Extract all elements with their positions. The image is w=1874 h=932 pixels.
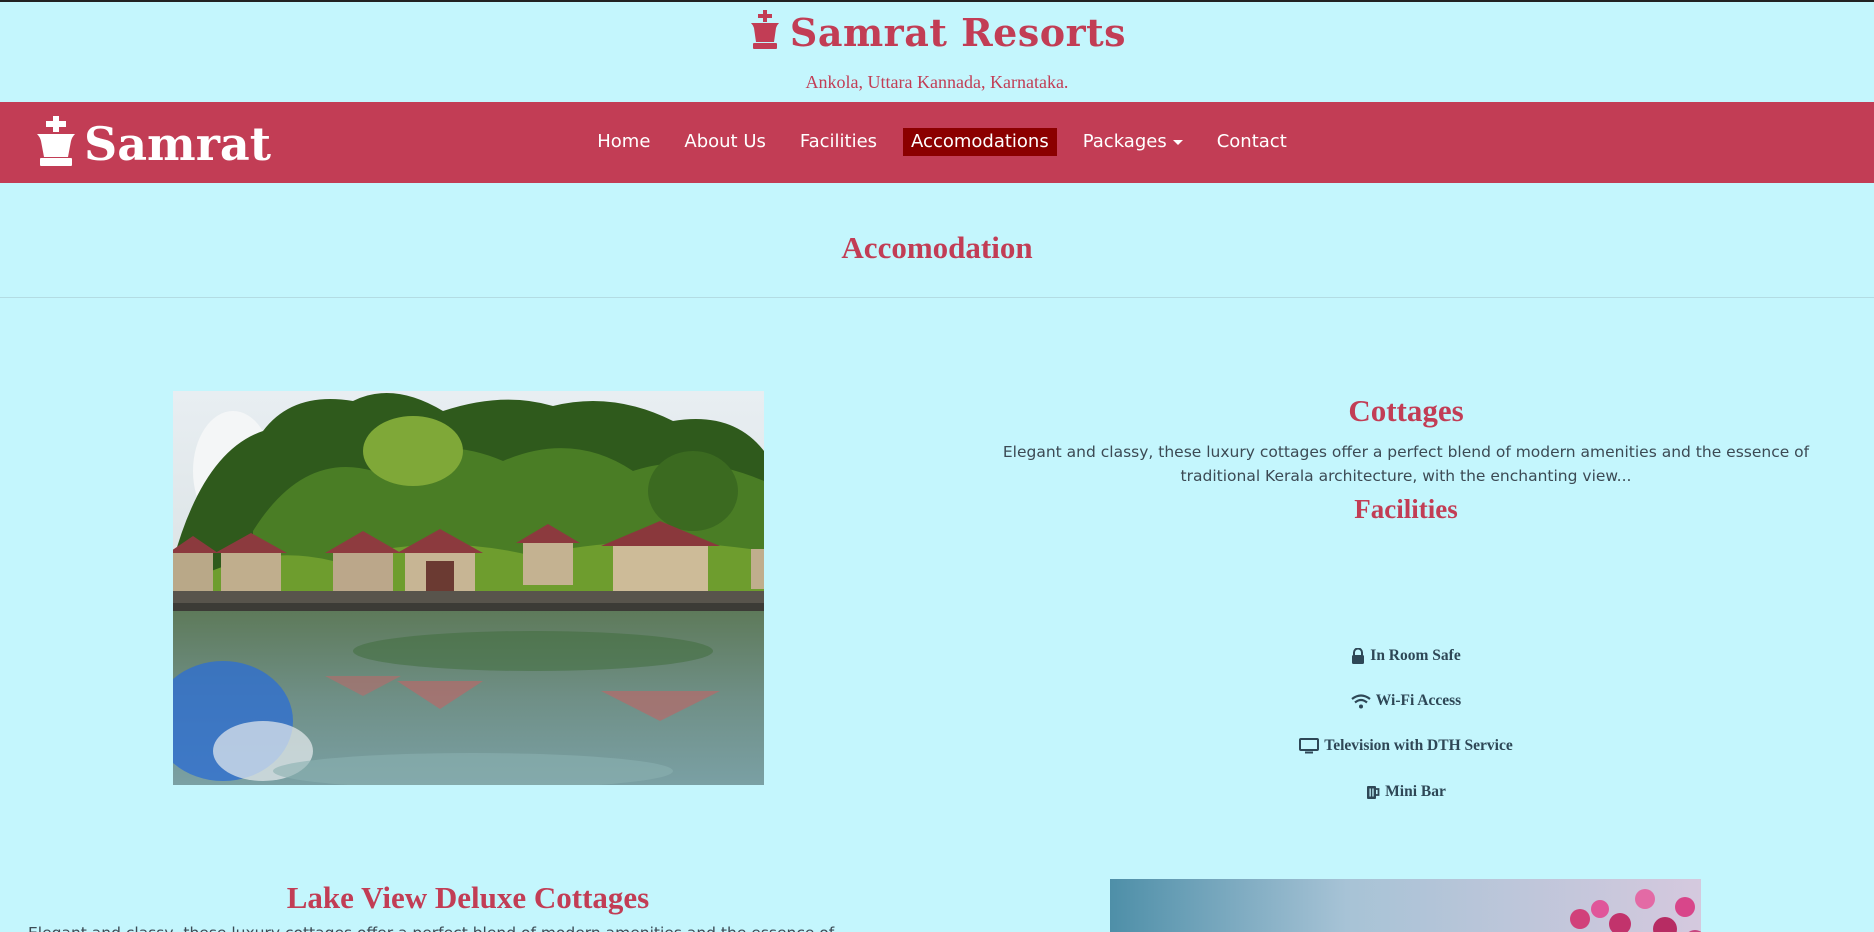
facilities-title: Facilities: [1354, 494, 1458, 524]
nav-accomodations[interactable]: Accomodations: [903, 128, 1057, 156]
cottages-image: [173, 391, 764, 785]
facility-television: Television with DTH Service: [966, 737, 1846, 755]
facility-mini-bar: Mini Bar: [966, 783, 1846, 801]
room-title-cottages: Cottages: [1348, 393, 1464, 428]
main-navbar: Samrat Home About Us Facilities Accomoda…: [0, 102, 1874, 183]
room-title-lake-view: Lake View Deluxe Cottages: [286, 880, 650, 915]
nav-about-us[interactable]: About Us: [676, 128, 774, 156]
site-brand[interactable]: Samrat Resorts: [0, 10, 1874, 55]
room-description: Elegant and classy, these luxury cottage…: [28, 924, 908, 932]
facility-wifi-access: Wi-Fi Access: [966, 692, 1846, 710]
nav-packages-dropdown[interactable]: Packages: [1075, 128, 1191, 156]
site-tagline: Ankola, Uttara Kannada, Karnataka.: [805, 72, 1069, 92]
mug-icon: [1366, 785, 1380, 800]
facility-label: Wi-Fi Access: [1375, 692, 1462, 709]
divider: [0, 297, 1874, 298]
site-title: Samrat Resorts: [789, 10, 1127, 55]
tv-icon: [1299, 738, 1320, 754]
nav-menu: Home About Us Facilities Accomodations P…: [0, 128, 1874, 156]
nav-facilities[interactable]: Facilities: [792, 128, 885, 156]
wifi-icon: [1351, 693, 1371, 709]
top-banner: Samrat Resorts Ankola, Uttara Kannada, K…: [0, 2, 1874, 100]
facility-label: Television with DTH Service: [1324, 737, 1513, 754]
facility-in-room-safe: In Room Safe: [966, 647, 1846, 665]
facility-label: Mini Bar: [1385, 783, 1446, 800]
nav-home[interactable]: Home: [589, 128, 658, 156]
lock-icon: [1351, 648, 1365, 664]
page-title: Accomodation: [841, 230, 1033, 265]
crown-logo-icon: [748, 10, 782, 55]
nav-contact[interactable]: Contact: [1209, 128, 1295, 156]
caret-down-icon: [1172, 139, 1183, 145]
lake-view-cottages-image: [1110, 879, 1701, 932]
room-description: Elegant and classy, these luxury cottage…: [1002, 443, 1810, 485]
nav-packages-label: Packages: [1082, 131, 1167, 152]
facility-label: In Room Safe: [1370, 647, 1461, 664]
